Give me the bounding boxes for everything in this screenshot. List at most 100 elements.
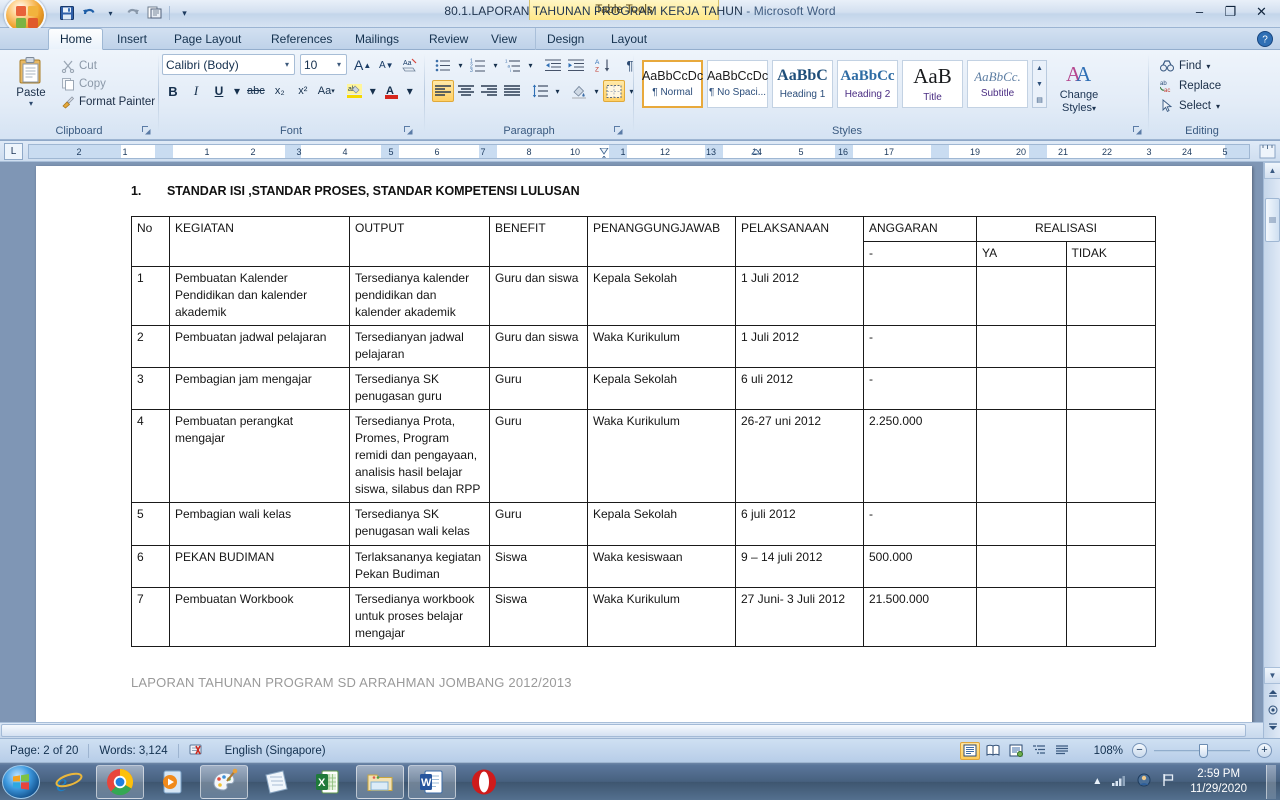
tab-design[interactable]: Design [535,28,595,50]
align-right-button[interactable] [478,80,500,102]
line-spacing-button[interactable] [529,80,551,102]
ruler-toggle-button[interactable] [1259,144,1276,159]
vertical-scrollbar-thumb[interactable] [1265,198,1280,242]
horizontal-scrollbar[interactable] [0,722,1263,738]
style-normal[interactable]: AaBbCcDc ¶ Normal [642,60,703,108]
multilevel-list-button[interactable]: 1ai [502,54,524,76]
hanging-indent-marker[interactable] [599,152,608,158]
taskbar-excel[interactable]: X [304,765,352,799]
paragraph-dialog-launcher[interactable] [613,125,624,136]
change-styles-arrow[interactable]: ▾ [1092,104,1096,113]
chevron-down-icon[interactable]: ▾ [285,60,291,69]
taskbar-media-player[interactable] [148,765,196,799]
table-row[interactable]: 1 Pembuatan Kalender Pendidikan dan kale… [131,266,1156,327]
show-hidden-icons-icon[interactable]: ▲ [1092,776,1102,787]
align-left-button[interactable] [432,80,454,102]
borders-button[interactable] [603,80,625,102]
table-row[interactable]: 3 Pembagian jam mengajar Tersedianya SK … [131,367,1156,411]
view-outline-button[interactable] [1029,742,1049,760]
font-name-combobox[interactable]: Calibri (Body) ▾ [162,54,295,75]
tab-references[interactable]: References [260,28,343,50]
horizontal-scrollbar-thumb[interactable] [1,724,1246,737]
horizontal-ruler[interactable]: 2 1 1 2 3 4 5 6 7 8 10 1 12 13 14 5 16 1… [28,144,1250,159]
clipboard-dialog-launcher[interactable] [141,125,152,136]
bold-button[interactable]: B [162,80,184,102]
strikethrough-button[interactable]: abc [244,80,268,102]
numbering-button[interactable]: 123 [467,54,489,76]
taskbar-internet-explorer[interactable]: e [44,765,92,799]
close-button[interactable]: ✕ [1247,2,1276,21]
paste-button[interactable]: Paste ▾ [10,56,52,108]
tab-review[interactable]: Review [418,28,479,50]
zoom-slider[interactable] [1150,743,1254,758]
font-dialog-launcher[interactable] [403,125,414,136]
underline-dropdown-icon[interactable]: ▾ [231,80,243,102]
grow-font-button[interactable]: A ▲ [351,54,374,76]
find-button[interactable]: Find ▾ [1156,56,1224,76]
taskbar-file-explorer[interactable] [356,764,404,799]
select-button[interactable]: Select ▾ [1156,96,1224,116]
table-row[interactable]: 6 PEKAN BUDIMAN Terlaksananya kegiatan P… [131,544,1156,588]
zoom-out-button[interactable]: − [1132,743,1147,758]
style-heading-1[interactable]: AaBbC Heading 1 [772,60,833,108]
table-row[interactable]: 5 Pembagian wali kelas Tersedianya SK pe… [131,502,1156,546]
subscript-button[interactable]: x₂ [269,80,291,102]
tab-page-layout[interactable]: Page Layout [163,28,252,50]
word-count[interactable]: Words: 3,124 [89,742,177,760]
start-button[interactable] [2,764,40,799]
change-styles-button[interactable]: A A Change Styles▾ [1051,60,1107,114]
text-highlight-color-button[interactable]: ab [343,80,366,102]
cut-button[interactable]: Cut [58,57,157,75]
language-indicator[interactable]: English (Singapore) [215,742,336,760]
table-row[interactable]: 2 Pembuatan jadwal pelajaran Tersedianya… [131,325,1156,369]
styles-more-button[interactable]: ▤ [1036,93,1043,107]
font-color-dropdown-icon[interactable]: ▾ [404,80,416,102]
taskbar-paint[interactable] [200,764,248,799]
tab-layout[interactable]: Layout [600,28,658,50]
style-no-spacing[interactable]: AaBbCcDc ¶ No Spaci... [707,60,768,108]
help-icon[interactable]: ? [1256,30,1274,48]
select-dropdown-arrow[interactable]: ▾ [1216,102,1220,111]
action-center-flag-icon[interactable] [1161,773,1175,790]
styles-scroll-up-button[interactable]: ▲ [1036,61,1043,75]
replace-button[interactable]: ab ac Replace [1156,76,1224,96]
styles-dialog-launcher[interactable] [1132,125,1143,136]
view-web-layout-button[interactable] [1006,742,1026,760]
show-desktop-button[interactable] [1266,764,1276,799]
view-draft-button[interactable] [1052,742,1072,760]
increase-indent-button[interactable] [565,54,587,76]
superscript-button[interactable]: x² [292,80,314,102]
change-case-button[interactable]: Aa ▾ [315,80,338,102]
tab-stop-selector[interactable]: L [4,143,23,160]
italic-button[interactable]: I [185,80,207,102]
document-canvas[interactable]: 1. STANDAR ISI ,STANDAR PROSES, STANDAR … [0,162,1280,738]
style-heading-2[interactable]: AaBbCc Heading 2 [837,60,898,108]
zoom-in-button[interactable]: + [1257,743,1272,758]
bullets-button[interactable] [432,54,454,76]
zoom-level[interactable]: 108% [1088,742,1129,760]
scroll-down-button[interactable]: ▼ [1264,667,1280,684]
style-subtitle[interactable]: AaBbCc. Subtitle [967,60,1028,108]
table-row[interactable]: 7 Pembuatan Workbook Tersedianya workboo… [131,586,1156,647]
next-page-button[interactable] [1264,718,1280,735]
network-signal-icon[interactable] [1111,773,1127,790]
numbering-dropdown-icon[interactable]: ▾ [490,54,501,76]
tab-home[interactable]: Home [48,28,103,50]
borders-dropdown-icon[interactable]: ▾ [626,80,637,102]
format-painter-button[interactable]: Format Painter [58,93,157,111]
sort-button[interactable]: AZ [592,54,614,76]
align-center-button[interactable] [455,80,477,102]
tab-mailings[interactable]: Mailings [344,28,410,50]
proofing-status[interactable] [179,742,215,760]
font-color-button[interactable]: A [380,80,403,102]
select-browse-object-button[interactable] [1264,701,1280,718]
chevron-down-icon[interactable]: ▾ [337,60,343,69]
taskbar-notepad[interactable] [252,765,300,799]
taskbar-clock[interactable]: 2:59 PM 11/29/2020 [1184,767,1253,797]
scroll-up-button[interactable]: ▲ [1264,162,1280,179]
minimize-button[interactable]: – [1185,2,1214,21]
style-title[interactable]: AaB Title [902,60,963,108]
line-spacing-dropdown-icon[interactable]: ▾ [552,80,563,102]
tab-view[interactable]: View [480,28,528,50]
view-print-layout-button[interactable] [959,741,980,760]
